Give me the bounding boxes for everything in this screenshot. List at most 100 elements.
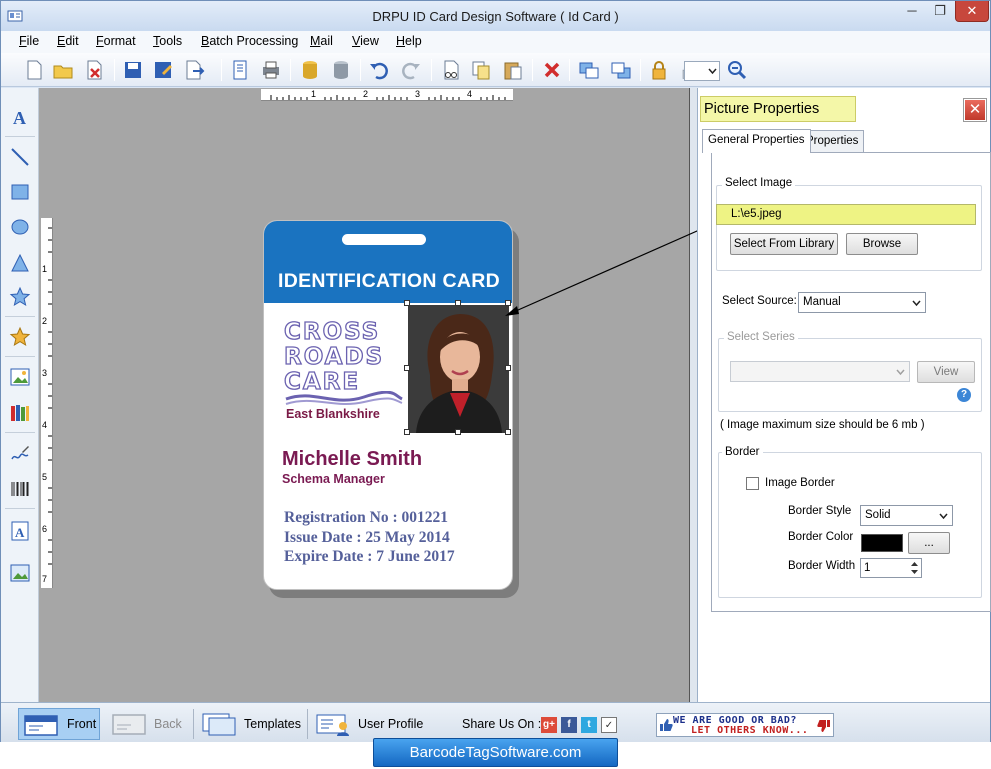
selection-handle[interactable] (505, 365, 511, 371)
card-holder-name[interactable]: Michelle Smith (282, 448, 422, 471)
selection-handle[interactable] (455, 429, 461, 435)
card-lanyard-slot (342, 234, 426, 245)
new-file-icon[interactable] (23, 59, 45, 81)
facebook-icon[interactable]: f (561, 717, 577, 733)
menu-tools[interactable]: Tools (153, 34, 182, 48)
image-path-field[interactable]: L:\e5.jpeg (716, 204, 976, 225)
save-as-icon[interactable] (152, 59, 174, 81)
redo-icon[interactable] (400, 59, 422, 81)
menu-edit[interactable]: Edit (57, 34, 79, 48)
share-label: Share Us On : (462, 717, 542, 731)
ellipse-tool-icon[interactable] (9, 216, 31, 238)
menu-file[interactable]: File (19, 34, 39, 48)
cut-icon[interactable] (439, 59, 461, 81)
image-border-checkbox[interactable] (746, 477, 759, 490)
view-button[interactable]: View (917, 361, 975, 383)
selection-handle[interactable] (404, 429, 410, 435)
lock-icon[interactable] (648, 59, 670, 81)
background-tool-icon[interactable] (9, 562, 31, 584)
border-color-swatch[interactable] (861, 534, 903, 552)
border-width-stepper[interactable]: 1 (860, 558, 922, 578)
star-tool-icon[interactable] (9, 286, 31, 308)
logo-text-line[interactable]: ROADS (283, 343, 384, 370)
database-icon[interactable] (299, 59, 321, 81)
selection-handle[interactable] (505, 429, 511, 435)
ruler-number: 2 (42, 316, 48, 326)
save-icon[interactable] (122, 59, 144, 81)
ruler-number: 1 (42, 264, 48, 274)
card-holder-role[interactable]: Schema Manager (282, 472, 385, 486)
selection-handle[interactable] (455, 300, 461, 306)
canvas-scrollbar[interactable] (689, 88, 697, 702)
database-series-icon[interactable] (330, 59, 352, 81)
maximize-button[interactable]: ❐ (927, 1, 953, 22)
zoom-out-icon[interactable] (726, 59, 748, 81)
help-icon[interactable]: ? (957, 388, 971, 402)
library-tool-icon[interactable] (9, 402, 31, 424)
menu-mail[interactable]: Mail (310, 34, 333, 48)
feedback-banner[interactable]: WE ARE GOOD OR BAD? LET OTHERS KNOW... (656, 713, 834, 737)
menu-view[interactable]: View (352, 34, 379, 48)
selection-handle[interactable] (404, 300, 410, 306)
send-back-icon[interactable] (610, 59, 632, 81)
menu-bar: File Edit Format Tools Batch Processing … (1, 31, 990, 53)
panel-close-button[interactable]: ✕ (964, 99, 986, 121)
registration-number[interactable]: Registration No : 001221 (284, 509, 448, 527)
spinner-arrows-icon[interactable] (909, 560, 920, 576)
picture-tool-icon[interactable] (9, 366, 31, 388)
browse-button[interactable]: Browse (846, 233, 918, 255)
id-card[interactable]: IDENTIFICATION CARD CROSS ROADS CARE Eas… (263, 220, 513, 590)
selection-handle[interactable] (404, 365, 410, 371)
front-side-button[interactable]: Front (18, 708, 100, 740)
line-tool-icon[interactable] (9, 146, 31, 168)
close-file-icon[interactable] (83, 59, 105, 81)
minimize-button[interactable]: ─ (899, 1, 925, 22)
paste-icon[interactable] (502, 59, 524, 81)
undo-icon[interactable] (368, 59, 390, 81)
brand-footer[interactable]: BarcodeTagSoftware.com (373, 738, 618, 767)
person-photo[interactable] (408, 305, 509, 433)
twitter-icon[interactable]: t (581, 717, 597, 733)
back-side-button[interactable]: Back (109, 708, 189, 740)
design-canvas[interactable]: 1 2 3 4 1 2 3 4 5 6 7 IDENTIFICATION CAR… (39, 88, 697, 702)
back-label: Back (154, 717, 182, 731)
close-window-button[interactable]: ✕ (955, 1, 989, 22)
select-source-dropdown[interactable]: Manual (798, 292, 926, 313)
issue-date[interactable]: Issue Date : 25 May 2014 (284, 529, 450, 547)
barcode-tool-icon[interactable] (9, 478, 31, 500)
open-folder-icon[interactable] (52, 59, 74, 81)
border-style-dropdown[interactable]: Solid (860, 505, 953, 526)
expire-date[interactable]: Expire Date : 7 June 2017 (284, 548, 455, 566)
select-series-dropdown[interactable] (730, 361, 910, 382)
google-plus-icon[interactable]: g+ (541, 717, 557, 733)
menu-batch-processing[interactable]: Batch Processing (201, 34, 298, 48)
select-from-library-button[interactable]: Select From Library (730, 233, 838, 255)
symbol-tool-icon[interactable] (9, 326, 31, 348)
signature-tool-icon[interactable] (9, 442, 31, 464)
bring-front-icon[interactable] (578, 59, 600, 81)
border-label: Border (722, 446, 763, 458)
user-profile-button[interactable]: User Profile (313, 708, 425, 740)
logo-text-line[interactable]: CROSS (283, 318, 380, 345)
triangle-tool-icon[interactable] (9, 252, 31, 274)
export-icon[interactable] (183, 59, 205, 81)
ruler-number: 7 (42, 574, 48, 584)
delete-icon[interactable] (541, 59, 563, 81)
zoom-select[interactable] (684, 61, 720, 81)
rectangle-tool-icon[interactable] (9, 181, 31, 203)
logo-subtitle[interactable]: East Blankshire (286, 407, 380, 421)
card-title[interactable]: IDENTIFICATION CARD (264, 270, 512, 293)
print-icon[interactable] (260, 59, 282, 81)
like-icon[interactable]: ✓ (601, 717, 617, 733)
templates-button[interactable]: Templates (199, 708, 303, 740)
tab-general-properties[interactable]: General Properties (702, 129, 811, 153)
ruler-number: 3 (415, 89, 421, 99)
text-tool-icon[interactable]: A (9, 106, 31, 128)
menu-help[interactable]: Help (396, 34, 422, 48)
print-preview-icon[interactable] (229, 59, 251, 81)
border-color-picker-button[interactable]: ... (908, 532, 950, 554)
watermark-tool-icon[interactable]: A (9, 520, 31, 542)
ruler-number: 3 (42, 368, 48, 378)
copy-icon[interactable] (470, 59, 492, 81)
menu-format[interactable]: Format (96, 34, 136, 48)
